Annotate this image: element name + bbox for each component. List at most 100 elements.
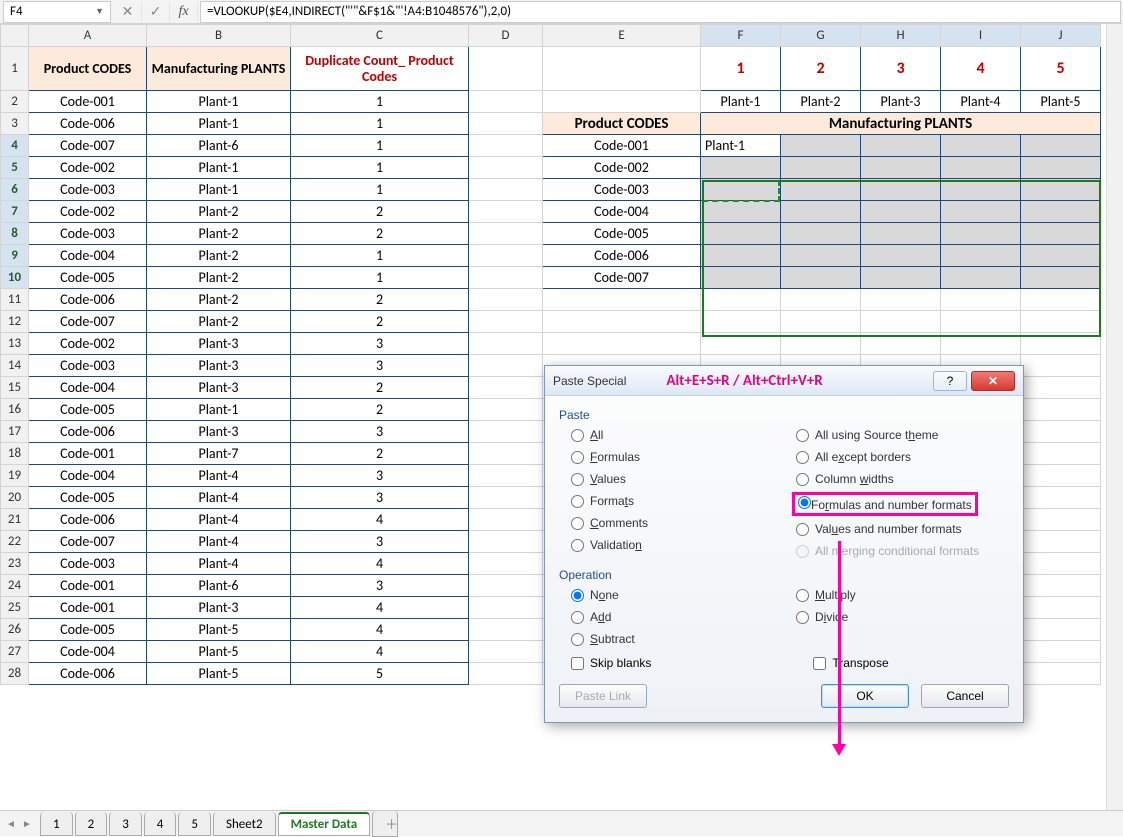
row-header-22[interactable]: 22 [1,531,29,553]
cell-E5[interactable]: Code-002 [543,157,701,179]
sheet-tab-1[interactable]: 1 [40,812,73,836]
col-header-H[interactable]: H [861,25,941,47]
cell-C19[interactable]: 3 [291,465,469,487]
col-header-C[interactable]: C [291,25,469,47]
cell-J21[interactable] [1021,509,1101,531]
cell-D16[interactable] [469,399,543,421]
cell-B5[interactable]: Plant-1 [147,157,291,179]
cell-G10[interactable] [781,267,861,289]
cell-B24[interactable]: Plant-6 [147,575,291,597]
cell-E1[interactable] [543,47,701,91]
cell-G9[interactable] [781,245,861,267]
row-header-26[interactable]: 26 [1,619,29,641]
cell-J16[interactable] [1021,399,1101,421]
cell-F7[interactable] [701,201,781,223]
cell-A15[interactable]: Code-004 [29,377,147,399]
cell-J7[interactable] [1021,201,1101,223]
skip-blanks-checkbox[interactable]: Skip blanks [559,656,651,670]
cell-A4[interactable]: Code-007 [29,135,147,157]
cell-I5[interactable] [941,157,1021,179]
cell-F9[interactable] [701,245,781,267]
cell-D3[interactable] [469,113,543,135]
cell-C28[interactable]: 5 [291,663,469,685]
row-header-8[interactable]: 8 [1,223,29,245]
accept-formula-icon[interactable]: ✓ [142,1,170,23]
cell-I11[interactable] [941,289,1021,311]
cell-B12[interactable]: Plant-2 [147,311,291,333]
cell-H4[interactable] [861,135,941,157]
row-header-15[interactable]: 15 [1,377,29,399]
row-header-7[interactable]: 7 [1,201,29,223]
radio-multiply[interactable]: Multiply [796,588,1009,602]
sheet-tab-5[interactable]: 5 [178,812,211,836]
col-header-B[interactable]: B [147,25,291,47]
row-header-27[interactable]: 27 [1,641,29,663]
cell-H1[interactable]: 3 [861,47,941,91]
cell-E13[interactable] [543,333,701,355]
cell-J1[interactable]: 5 [1021,47,1101,91]
cell-A18[interactable]: Code-001 [29,443,147,465]
cell-C3[interactable]: 1 [291,113,469,135]
cell-G7[interactable] [781,201,861,223]
close-button[interactable]: ✕ [971,371,1015,391]
cell-C10[interactable]: 1 [291,267,469,289]
cell-B15[interactable]: Plant-3 [147,377,291,399]
name-box-dropdown-icon[interactable]: ▼ [95,6,104,17]
cell-E8[interactable]: Code-005 [543,223,701,245]
cell-J14[interactable] [1021,355,1101,377]
sheet-tab-2[interactable]: 2 [75,812,108,836]
cell-D23[interactable] [469,553,543,575]
cell-B7[interactable]: Plant-2 [147,201,291,223]
cell-D21[interactable] [469,509,543,531]
cell-J11[interactable] [1021,289,1101,311]
cell-H10[interactable] [861,267,941,289]
cell-G8[interactable] [781,223,861,245]
col-header-F[interactable]: F [701,25,781,47]
sheet-tab-3[interactable]: 3 [109,812,142,836]
radio-validation[interactable]: Validation [571,538,784,552]
cell-J6[interactable] [1021,179,1101,201]
row-header-21[interactable]: 21 [1,509,29,531]
cell-C20[interactable]: 3 [291,487,469,509]
cell-A24[interactable]: Code-001 [29,575,147,597]
dialog-titlebar[interactable]: Paste Special Alt+E+S+R / Alt+Ctrl+V+R ?… [545,366,1023,396]
cell-A13[interactable]: Code-002 [29,333,147,355]
cell-A8[interactable]: Code-003 [29,223,147,245]
cell-A9[interactable]: Code-004 [29,245,147,267]
cell-C11[interactable]: 2 [291,289,469,311]
cell-C23[interactable]: 4 [291,553,469,575]
cell-B9[interactable]: Plant-2 [147,245,291,267]
paste-link-button[interactable]: Paste Link [559,684,647,708]
cell-J9[interactable] [1021,245,1101,267]
cell-G11[interactable] [781,289,861,311]
cell-C9[interactable]: 1 [291,245,469,267]
cell-E4[interactable]: Code-001 [543,135,701,157]
cell-D20[interactable] [469,487,543,509]
row-header-6[interactable]: 6 [1,179,29,201]
cell-C6[interactable]: 1 [291,179,469,201]
cell-J10[interactable] [1021,267,1101,289]
cell-B20[interactable]: Plant-4 [147,487,291,509]
cell-D4[interactable] [469,135,543,157]
cell-D18[interactable] [469,443,543,465]
cell-J8[interactable] [1021,223,1101,245]
cell-D12[interactable] [469,311,543,333]
cell-J15[interactable] [1021,377,1101,399]
cell-C4[interactable]: 1 [291,135,469,157]
cell-A28[interactable]: Code-006 [29,663,147,685]
row-header-11[interactable]: 11 [1,289,29,311]
radio-all[interactable]: All [571,428,784,442]
cell-F1[interactable]: 1 [701,47,781,91]
cell-C13[interactable]: 3 [291,333,469,355]
cell-E9[interactable]: Code-006 [543,245,701,267]
cell-A16[interactable]: Code-005 [29,399,147,421]
cell-A27[interactable]: Code-004 [29,641,147,663]
radio-add[interactable]: Add [571,610,784,624]
radio-subtract[interactable]: Subtract [571,632,784,646]
cell-E2[interactable] [543,91,701,113]
new-sheet-button[interactable]: ＋ [372,811,398,837]
cell-C8[interactable]: 2 [291,223,469,245]
cell-D28[interactable] [469,663,543,685]
cell-B19[interactable]: Plant-4 [147,465,291,487]
cell-E6[interactable]: Code-003 [543,179,701,201]
